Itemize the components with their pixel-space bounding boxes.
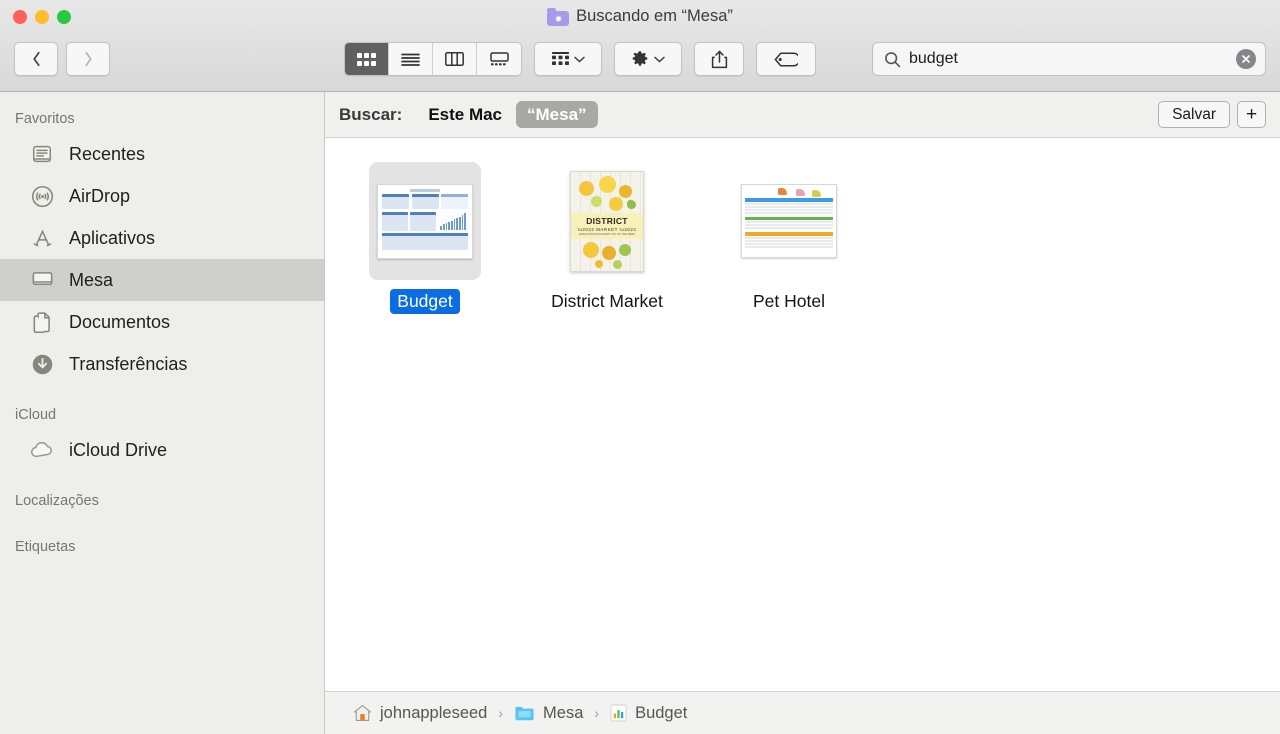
- gallery-view-button[interactable]: [477, 43, 521, 75]
- path-segment-mesa[interactable]: Mesa: [514, 704, 583, 723]
- search-field[interactable]: budget: [872, 42, 1266, 76]
- chevron-down-icon: [654, 56, 665, 62]
- path-separator: ›: [498, 705, 504, 721]
- view-mode-group: [344, 42, 522, 76]
- search-scope-bar: Buscar: Este Mac “Mesa” Salvar +: [325, 92, 1280, 138]
- scope-label: Buscar:: [339, 104, 403, 124]
- save-search-button[interactable]: Salvar: [1158, 101, 1230, 128]
- sidebar-item-label: Recentes: [69, 143, 146, 164]
- recents-icon: [28, 141, 56, 167]
- sidebar-item-mesa[interactable]: Mesa: [0, 259, 324, 301]
- icloud-icon: [28, 437, 56, 463]
- sidebar-item-icloud-drive[interactable]: iCloud Drive: [0, 429, 324, 471]
- sidebar-group-icloud: iCloud: [15, 407, 57, 423]
- home-icon: [353, 704, 372, 722]
- file-grid: Budget DISTRICT \u2022 MARKET \u2022 FRE…: [325, 138, 1280, 691]
- sidebar-group-localizacoes: Localizações: [15, 493, 99, 509]
- folder-icon: [515, 706, 534, 720]
- action-menu-button[interactable]: [614, 42, 682, 76]
- smart-folder-icon: [547, 7, 570, 26]
- sidebar-item-recentes[interactable]: Recentes: [0, 133, 324, 175]
- file-item-pet-hotel[interactable]: Pet Hotel: [717, 162, 861, 314]
- window-body: Favoritos Recentes AirDrop Aplicativos M…: [0, 92, 1280, 734]
- sidebar-item-transferencias[interactable]: Transferências: [0, 343, 324, 385]
- sidebar-item-label: Mesa: [69, 269, 114, 290]
- path-separator: ›: [594, 705, 600, 721]
- documents-icon: [28, 309, 56, 335]
- sidebar-item-label: Transferências: [69, 353, 188, 374]
- sidebar-item-aplicativos[interactable]: Aplicativos: [0, 217, 324, 259]
- window-title: Buscando em “Mesa”: [0, 7, 1280, 26]
- sidebar-item-label: Aplicativos: [69, 227, 156, 248]
- icon-view-button[interactable]: [345, 43, 389, 75]
- tag-icon: [774, 51, 798, 67]
- search-icon: [885, 51, 901, 67]
- poster-thumbnail-icon: DISTRICT \u2022 MARKET \u2022 FRESH PRODUC…: [570, 170, 644, 272]
- navigation-buttons: [14, 42, 110, 76]
- scope-actions: Salvar +: [1158, 101, 1266, 128]
- path-segment-budget[interactable]: Budget: [610, 704, 687, 723]
- titlebar: Buscando em “Mesa” budget: [0, 0, 1280, 92]
- file-thumbnail: DISTRICT \u2022 MARKET \u2022 FRESH PRODUC…: [551, 162, 663, 280]
- column-view-button[interactable]: [433, 43, 477, 75]
- gear-icon: [632, 51, 648, 66]
- file-item-budget[interactable]: Budget: [353, 162, 497, 314]
- sidebar-item-documentos[interactable]: Documentos: [0, 301, 324, 343]
- numbers-icon: [610, 704, 627, 722]
- toolbar: budget: [0, 36, 1280, 82]
- pet-spreadsheet-thumbnail-icon: [741, 184, 837, 258]
- file-thumbnail: [733, 162, 845, 280]
- applications-icon: [28, 225, 56, 251]
- list-view-button[interactable]: [389, 43, 433, 75]
- search-input-value[interactable]: budget: [909, 50, 1228, 68]
- spreadsheet-thumbnail-icon: [377, 183, 473, 259]
- back-button[interactable]: [14, 42, 58, 76]
- sidebar-item-airdrop[interactable]: AirDrop: [0, 175, 324, 217]
- path-bar: johnappleseed › Mesa › Budget: [325, 691, 1280, 734]
- finder-window: Buscando em “Mesa” budget Favoritos Rece…: [0, 0, 1280, 734]
- sidebar-group-favoritos: Favoritos: [15, 111, 75, 127]
- sidebar-item-label: Documentos: [69, 311, 171, 332]
- sidebar-group-etiquetas: Etiquetas: [15, 539, 76, 555]
- file-item-district-market[interactable]: DISTRICT \u2022 MARKET \u2022 FRESH PRODUC…: [535, 162, 679, 314]
- file-thumbnail: [369, 162, 481, 280]
- sidebar: Favoritos Recentes AirDrop Aplicativos M…: [0, 92, 325, 734]
- airdrop-icon: [28, 183, 56, 209]
- path-segment-home[interactable]: johnappleseed: [353, 704, 487, 723]
- chevron-down-icon: [573, 56, 585, 62]
- scope-option-this-mac[interactable]: Este Mac: [420, 105, 510, 125]
- tag-button[interactable]: [756, 42, 816, 76]
- share-icon: [711, 50, 727, 68]
- share-button[interactable]: [694, 42, 744, 76]
- path-label: Budget: [635, 703, 688, 722]
- arrange-button[interactable]: [534, 42, 602, 76]
- scope-option-mesa[interactable]: “Mesa”: [516, 101, 598, 128]
- window-title-text: Buscando em “Mesa”: [576, 7, 733, 25]
- clear-search-icon[interactable]: [1236, 49, 1256, 69]
- file-label[interactable]: District Market: [544, 289, 670, 314]
- path-label: Mesa: [543, 703, 584, 722]
- add-criteria-button[interactable]: +: [1237, 101, 1266, 128]
- file-label[interactable]: Budget: [390, 289, 460, 314]
- path-label: johnappleseed: [380, 703, 488, 722]
- sidebar-item-label: iCloud Drive: [69, 439, 168, 460]
- sidebar-item-label: AirDrop: [69, 185, 131, 206]
- forward-button[interactable]: [66, 42, 110, 76]
- file-label[interactable]: Pet Hotel: [746, 289, 832, 314]
- content-area: Buscar: Este Mac “Mesa” Salvar + Budget …: [325, 92, 1280, 734]
- desktop-icon: [28, 267, 56, 293]
- downloads-icon: [28, 351, 56, 377]
